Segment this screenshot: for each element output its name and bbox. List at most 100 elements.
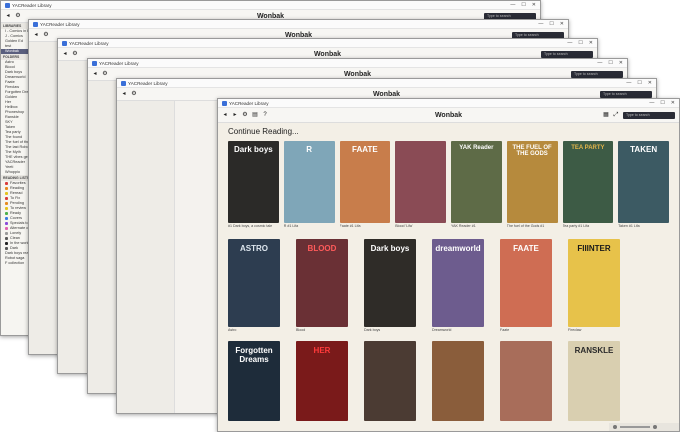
comic-cover[interactable]: FIIINTER bbox=[568, 239, 620, 327]
minimize-button[interactable]: — bbox=[597, 60, 602, 66]
comic-cover[interactable]: TAKEN bbox=[618, 141, 669, 223]
view-icon[interactable] bbox=[613, 425, 617, 429]
comic-card[interactable]: RANSKLE bbox=[568, 341, 620, 421]
back-icon[interactable]: ◂ bbox=[222, 112, 228, 118]
comic-cover[interactable] bbox=[395, 141, 446, 223]
comic-card[interactable]: THE FUEL OF THE GODS The fuel of the Gods… bbox=[506, 141, 558, 229]
comic-cover[interactable]: BLOOD bbox=[296, 239, 348, 327]
settings-icon[interactable]: ⚙ bbox=[43, 32, 49, 38]
comic-card[interactable]: BLOOD Blood bbox=[296, 239, 348, 333]
comic-cover[interactable]: RANSKLE bbox=[568, 341, 620, 421]
label-dot-icon bbox=[5, 211, 8, 215]
search-input[interactable]: Type to search bbox=[571, 70, 623, 78]
settings-icon[interactable]: ⚙ bbox=[15, 13, 21, 19]
comic-card[interactable]: Dark boys Dark boys bbox=[364, 239, 416, 333]
back-icon[interactable]: ◂ bbox=[33, 32, 39, 38]
comic-card[interactable]: YAK Reader YAK Reader #1 bbox=[451, 141, 502, 229]
search-input[interactable]: Type to search bbox=[541, 50, 593, 58]
server-icon[interactable]: ▤ bbox=[252, 112, 258, 118]
comic-card[interactable] bbox=[364, 341, 416, 421]
comic-card[interactable]: FIIINTER Fireclaw bbox=[568, 239, 620, 333]
comic-card[interactable]: TEA PARTY Tea party #1 Lifa bbox=[562, 141, 614, 229]
maximize-button[interactable]: ☐ bbox=[637, 80, 641, 86]
label-dot-icon bbox=[5, 196, 8, 200]
comic-cover[interactable]: THE FUEL OF THE GODS bbox=[506, 141, 558, 223]
window-controls[interactable]: — ☐ ✕ bbox=[626, 80, 656, 86]
comic-card[interactable]: ASTRO Astro bbox=[228, 239, 280, 333]
minimize-button[interactable]: — bbox=[538, 21, 543, 27]
label-dot-icon bbox=[5, 201, 8, 205]
close-button[interactable]: ✕ bbox=[619, 60, 623, 66]
minimize-button[interactable]: — bbox=[567, 40, 572, 46]
comic-card[interactable]: Forgotten Dreams bbox=[228, 341, 280, 421]
minimize-button[interactable]: — bbox=[510, 2, 515, 8]
comic-cover[interactable]: FAATE bbox=[339, 141, 391, 223]
reading-list-label: Covers bbox=[10, 216, 23, 220]
reading-list-label: Dark bbox=[10, 246, 19, 250]
fullscreen-icon[interactable]: ⤢ bbox=[613, 112, 619, 118]
back-icon[interactable]: ◂ bbox=[62, 51, 68, 57]
comic-cover[interactable]: Dark boys bbox=[364, 239, 416, 327]
comic-card[interactable]: Blood 'Lifa' bbox=[395, 141, 446, 229]
comic-cover[interactable]: ASTRO bbox=[228, 239, 280, 327]
minimize-button[interactable]: — bbox=[626, 80, 631, 86]
close-button[interactable]: ✕ bbox=[671, 100, 675, 106]
settings-icon[interactable]: ⚙ bbox=[72, 51, 78, 57]
forward-icon[interactable]: ▸ bbox=[232, 112, 238, 118]
close-button[interactable]: ✕ bbox=[589, 40, 593, 46]
zoom-slider[interactable] bbox=[620, 426, 650, 428]
comic-cover[interactable]: Forgotten Dreams bbox=[228, 341, 280, 421]
comic-card[interactable]: Dark boys #1 Dark boys, a cosmic tale bbox=[228, 141, 279, 229]
settings-icon[interactable]: ⚙ bbox=[242, 112, 248, 118]
app-icon bbox=[92, 60, 97, 66]
back-icon[interactable]: ◂ bbox=[92, 71, 98, 77]
label-dot-icon bbox=[5, 246, 8, 250]
comic-card[interactable]: HER bbox=[296, 341, 348, 421]
comic-card[interactable]: FAATE Faate bbox=[500, 239, 552, 333]
comic-cover[interactable]: FAATE bbox=[500, 239, 552, 327]
maximize-button[interactable]: ☐ bbox=[608, 60, 612, 66]
comic-cover[interactable]: Dark boys bbox=[228, 141, 279, 223]
back-icon[interactable]: ◂ bbox=[121, 91, 127, 97]
comic-cover[interactable]: YAK Reader bbox=[451, 141, 502, 223]
back-icon[interactable]: ◂ bbox=[5, 13, 11, 19]
library-window-front: YACReader Library — ☐ ✕ ◂ ▸ ⚙ ▤ ? Wonbak ▦ … bbox=[217, 98, 680, 432]
search-input[interactable]: Type to search bbox=[600, 90, 652, 98]
minimize-button[interactable]: — bbox=[649, 100, 654, 106]
comic-card[interactable]: FAATE Faate #1 Lifa bbox=[339, 141, 391, 229]
close-button[interactable]: ✕ bbox=[560, 21, 564, 27]
maximize-button[interactable]: ☐ bbox=[549, 21, 553, 27]
maximize-button[interactable]: ☐ bbox=[660, 100, 664, 106]
comic-cover[interactable] bbox=[432, 341, 484, 421]
grid-view-icon[interactable]: ▦ bbox=[603, 112, 609, 118]
maximize-button[interactable]: ☐ bbox=[578, 40, 582, 46]
comic-card[interactable]: TAKEN Taken #1 Lifa bbox=[618, 141, 669, 229]
comic-cover[interactable]: dreamworld bbox=[432, 239, 484, 327]
comic-cover[interactable] bbox=[500, 341, 552, 421]
comic-cover[interactable]: HER bbox=[296, 341, 348, 421]
close-button[interactable]: ✕ bbox=[648, 80, 652, 86]
help-icon[interactable]: ? bbox=[262, 112, 268, 118]
comic-card[interactable]: dreamworld Dreamworld bbox=[432, 239, 484, 333]
settings-small-icon[interactable] bbox=[653, 425, 657, 429]
window-controls[interactable]: — ☐ ✕ bbox=[597, 60, 627, 66]
window-controls[interactable]: — ☐ ✕ bbox=[649, 100, 679, 106]
comic-cover[interactable]: R bbox=[283, 141, 335, 223]
window-controls[interactable]: — ☐ ✕ bbox=[510, 2, 540, 8]
settings-icon[interactable]: ⚙ bbox=[102, 71, 108, 77]
settings-icon[interactable]: ⚙ bbox=[131, 91, 137, 97]
window-controls[interactable]: — ☐ ✕ bbox=[567, 40, 597, 46]
window-controls[interactable]: — ☐ ✕ bbox=[538, 21, 568, 27]
comic-caption: YAK Reader #1 bbox=[451, 224, 476, 228]
search-input[interactable]: Type to search bbox=[623, 111, 675, 119]
comic-cover[interactable] bbox=[364, 341, 416, 421]
comic-caption: #1 Dark boys, a cosmic tale bbox=[228, 224, 273, 228]
comic-card[interactable] bbox=[432, 341, 484, 421]
toolbar-title: Wonbak bbox=[343, 70, 372, 78]
maximize-button[interactable]: ☐ bbox=[521, 2, 525, 8]
close-button[interactable]: ✕ bbox=[532, 2, 536, 8]
comic-card[interactable] bbox=[500, 341, 552, 421]
comic-card[interactable]: RR #1 Lifa bbox=[283, 141, 335, 229]
label-dot-icon bbox=[5, 241, 8, 245]
comic-cover[interactable]: TEA PARTY bbox=[562, 141, 614, 223]
